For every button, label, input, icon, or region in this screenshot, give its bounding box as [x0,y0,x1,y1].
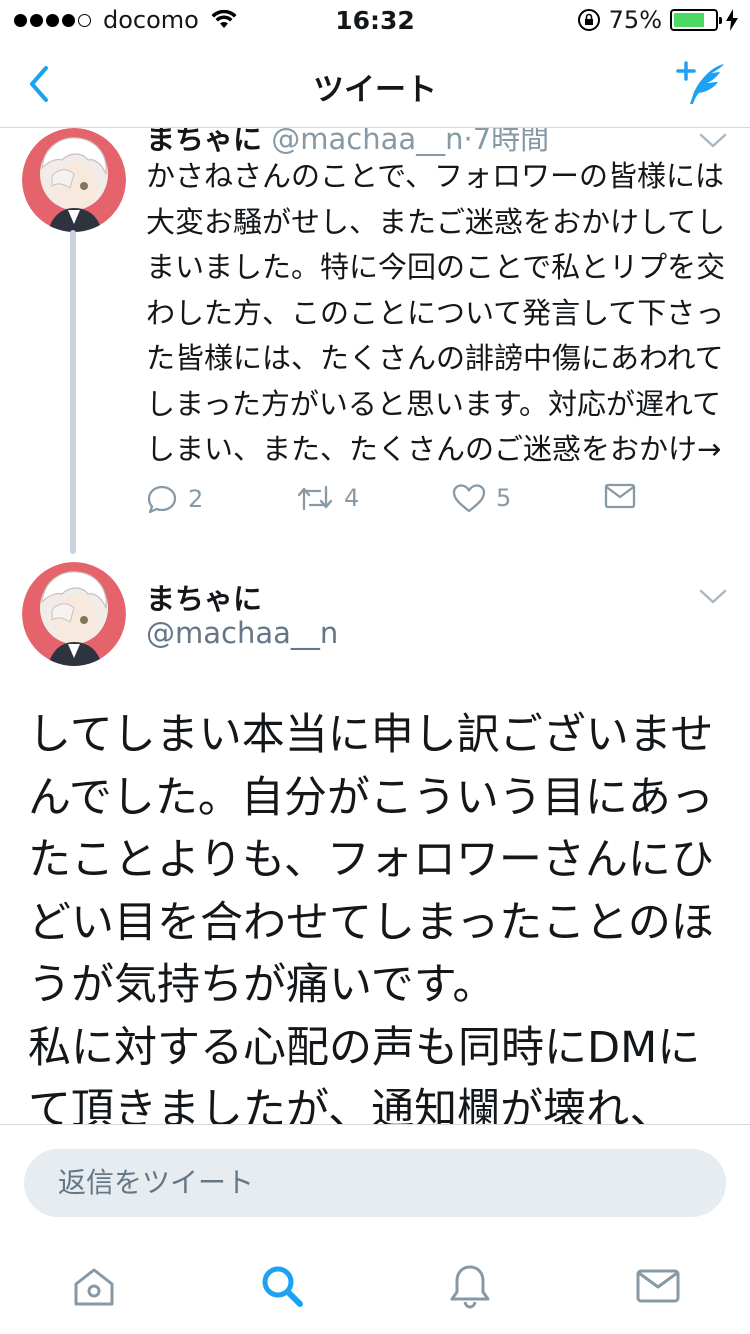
author-handle[interactable]: @machaa__n [146,616,338,650]
search-icon[interactable] [258,1262,306,1310]
retweet-button[interactable]: 4 [296,483,359,513]
charging-icon [726,9,738,31]
battery-icon [670,9,722,31]
like-count: 5 [496,484,512,512]
parent-tweet[interactable]: まちゃに @machaa__n·7時間 かさねさんのことで、フォロワーの皆様には… [0,128,750,558]
status-right: 75% [577,6,738,34]
compose-tweet-icon[interactable] [674,58,730,108]
tweet-time: ·7時間 [463,128,550,156]
thread-line [70,230,76,554]
reply-icon [147,485,177,514]
reply-bar: 返信をツイート [0,1124,750,1244]
reply-count: 2 [188,485,204,513]
tweet-text: かさねさんのことで、フォロワーの皆様には大変お騒がせし、またご迷惑をおかけしてし… [146,159,726,466]
chevron-down-icon[interactable] [698,132,728,150]
heart-icon [452,484,486,513]
author-name[interactable]: まちゃに [146,576,262,618]
like-button[interactable]: 5 [452,483,511,513]
home-icon[interactable] [70,1262,118,1310]
tweet-text: してしまい本当に申し訳ございませんでした。自分がこういう目にあったことよりも、フ… [28,710,714,1124]
orientation-lock-icon [577,9,600,31]
avatar[interactable] [22,128,126,232]
envelope-icon [604,483,636,509]
navigation-bar: ツイート [0,40,750,128]
reply-input[interactable]: 返信をツイート [24,1149,726,1217]
avatar[interactable] [22,562,126,666]
retweet-count: 4 [344,484,360,512]
reply-button[interactable]: 2 [146,483,203,515]
notifications-icon[interactable] [446,1262,494,1310]
status-bar: docomo 16:32 75% [0,0,750,40]
battery-percent: 75% [608,6,662,34]
chevron-down-icon[interactable] [698,588,728,606]
retweet-icon [297,485,333,511]
tweet-actions: 2 4 5 [146,483,706,523]
author-handle[interactable]: @machaa__n [271,128,463,156]
tab-bar [0,1244,750,1334]
page-title: ツイート [313,72,437,108]
author-name[interactable]: まちゃに [146,128,262,156]
messages-icon[interactable] [634,1262,682,1310]
direct-message-button[interactable] [604,483,636,509]
